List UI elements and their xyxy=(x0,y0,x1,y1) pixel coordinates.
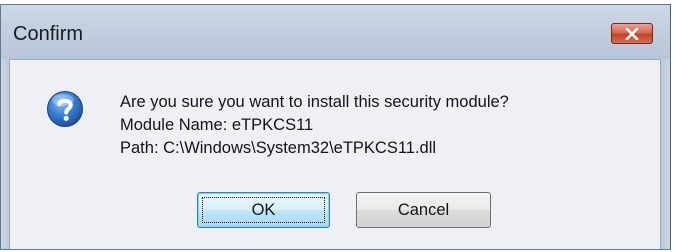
message-text: Are you sure you want to install this se… xyxy=(120,91,509,160)
close-button[interactable] xyxy=(611,23,653,44)
title-bar[interactable]: Confirm xyxy=(1,5,670,59)
module-path-label: Path: C:\Windows\System32\eTPKCS11.dll xyxy=(120,139,437,157)
ok-button[interactable]: OK xyxy=(197,192,330,228)
close-icon xyxy=(624,27,640,40)
cancel-button[interactable]: Cancel xyxy=(356,192,491,228)
cancel-button-label: Cancel xyxy=(397,200,450,219)
dialog-body: Are you sure you want to install this se… xyxy=(9,59,661,249)
window-frame-left xyxy=(1,59,9,249)
dialog-title: Confirm xyxy=(13,23,84,45)
confirm-dialog: Confirm Are you sure you want to install… xyxy=(0,4,671,250)
message-question: Are you sure you want to install this se… xyxy=(120,93,509,111)
ok-button-label: OK xyxy=(251,200,276,219)
question-icon xyxy=(46,90,84,128)
module-name-label: Module Name: eTPKCS11 xyxy=(120,116,314,134)
window-frame-right xyxy=(661,59,670,249)
